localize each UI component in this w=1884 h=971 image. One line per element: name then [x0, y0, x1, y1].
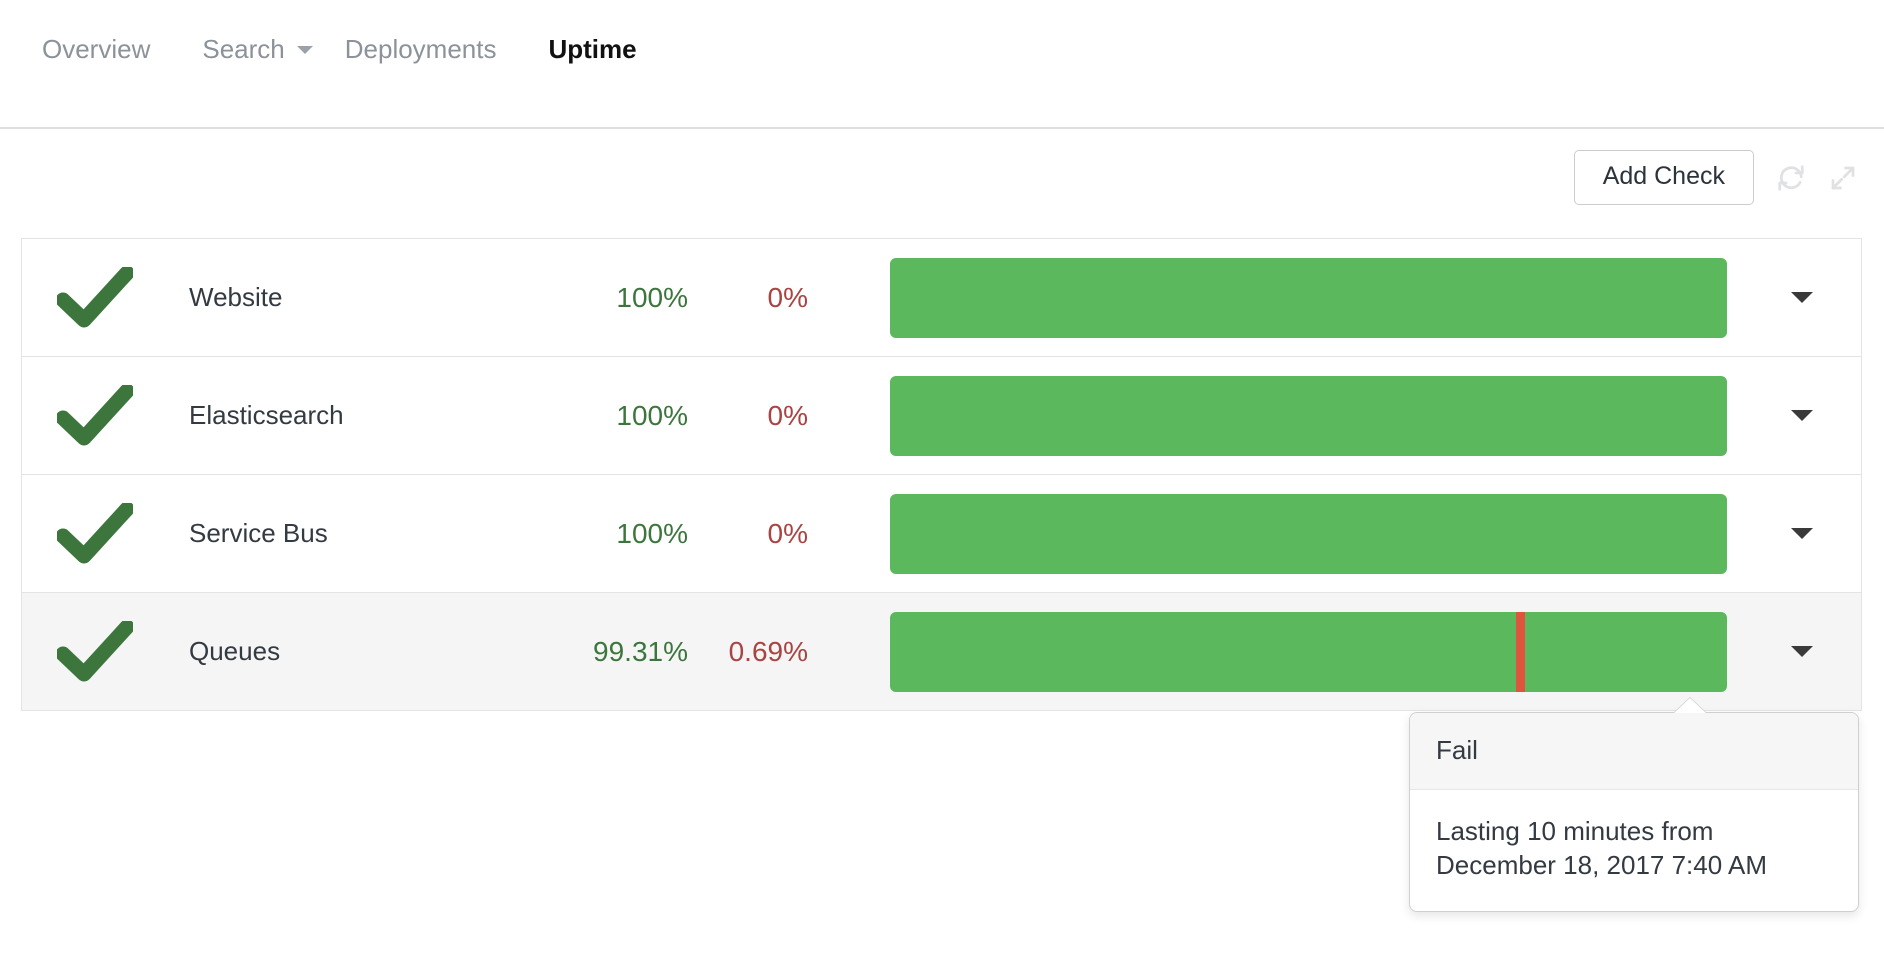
table-row[interactable]: Elasticsearch100%0%	[22, 357, 1861, 475]
status-cell	[22, 621, 168, 683]
chevron-down-icon[interactable]	[1791, 292, 1813, 303]
refresh-icon[interactable]	[1776, 163, 1806, 193]
chevron-down-icon[interactable]	[1791, 528, 1813, 539]
tab-overview[interactable]: Overview	[16, 26, 176, 73]
check-mark-icon	[57, 385, 133, 447]
uptime-checks-table: Website100%0%Elasticsearch100%0%Service …	[21, 238, 1862, 711]
row-expand-cell	[1791, 292, 1861, 303]
uptime-bar-cell	[818, 612, 1791, 692]
chevron-down-icon[interactable]	[1791, 410, 1813, 421]
nav-tabs: Overview Search Deployments Uptime	[16, 26, 663, 73]
uptime-bar[interactable]	[890, 258, 1727, 338]
check-name: Website	[168, 282, 538, 313]
uptime-percent: 100%	[538, 400, 688, 432]
fail-tooltip: Fail Lasting 10 minutes from December 18…	[1409, 712, 1859, 912]
row-expand-cell	[1791, 528, 1861, 539]
uptime-bar-cell	[818, 494, 1791, 574]
uptime-bar[interactable]	[890, 494, 1727, 574]
check-mark-icon	[57, 267, 133, 329]
expand-icon[interactable]	[1828, 163, 1858, 193]
tooltip-body: Lasting 10 minutes from December 18, 201…	[1410, 790, 1858, 911]
check-mark-icon	[57, 503, 133, 565]
top-navbar: Overview Search Deployments Uptime	[0, 0, 1884, 129]
chevron-down-icon[interactable]	[297, 46, 313, 54]
uptime-bar[interactable]	[890, 612, 1727, 692]
tooltip-arrow	[1674, 698, 1706, 713]
check-mark-icon	[57, 621, 133, 683]
check-mark-icon	[57, 267, 133, 329]
status-cell	[22, 503, 168, 565]
status-cell	[22, 267, 168, 329]
downtime-percent: 0%	[688, 282, 818, 314]
tooltip-title: Fail	[1410, 713, 1858, 790]
check-mark-icon	[57, 503, 133, 565]
add-check-button[interactable]: Add Check	[1574, 150, 1754, 205]
tab-uptime[interactable]: Uptime	[522, 26, 662, 73]
table-row[interactable]: Website100%0%	[22, 239, 1861, 357]
uptime-bar-cell	[818, 376, 1791, 456]
downtime-percent: 0%	[688, 400, 818, 432]
table-row[interactable]: Queues99.31%0.69%	[22, 593, 1861, 711]
check-name: Queues	[168, 636, 538, 667]
uptime-bar-cell	[818, 258, 1791, 338]
tooltip-duration-line: Lasting 10 minutes from	[1436, 814, 1832, 848]
uptime-percent: 100%	[538, 518, 688, 550]
uptime-bar[interactable]	[890, 376, 1727, 456]
check-mark-icon	[57, 385, 133, 447]
row-expand-cell	[1791, 410, 1861, 421]
downtime-percent: 0%	[688, 518, 818, 550]
chevron-down-icon[interactable]	[1791, 646, 1813, 657]
check-name: Service Bus	[168, 518, 538, 549]
tab-deployments[interactable]: Deployments	[319, 26, 523, 73]
tab-search[interactable]: Search	[176, 26, 310, 73]
uptime-fail-marker[interactable]	[1516, 612, 1525, 692]
downtime-percent: 0.69%	[688, 636, 818, 668]
uptime-percent: 99.31%	[538, 636, 688, 668]
row-expand-cell	[1791, 646, 1861, 657]
uptime-page: Overview Search Deployments Uptime Add C…	[0, 0, 1884, 971]
status-cell	[22, 385, 168, 447]
uptime-percent: 100%	[538, 282, 688, 314]
table-row[interactable]: Service Bus100%0%	[22, 475, 1861, 593]
tooltip-date-line: December 18, 2017 7:40 AM	[1436, 848, 1832, 882]
check-mark-icon	[57, 621, 133, 683]
check-name: Elasticsearch	[168, 400, 538, 431]
page-toolbar: Add Check	[1574, 150, 1858, 205]
